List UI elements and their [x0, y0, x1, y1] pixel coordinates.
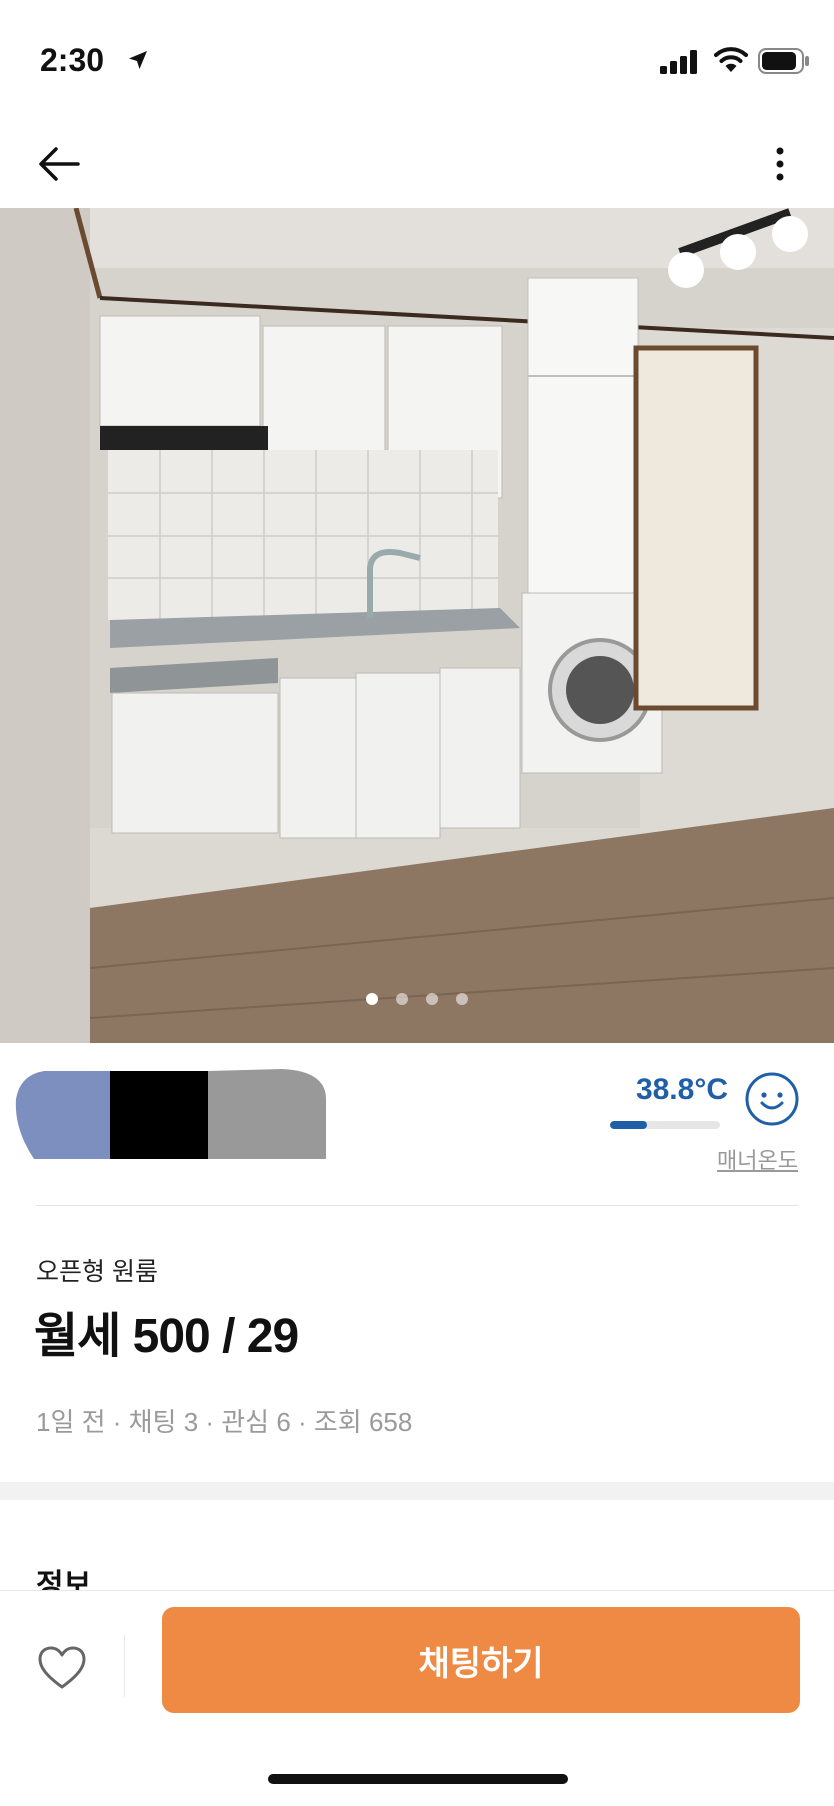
carousel-dot-3[interactable] [426, 993, 438, 1005]
vertical-ellipsis-icon [776, 147, 784, 181]
more-options-button[interactable] [760, 134, 800, 194]
arrow-left-icon [39, 147, 80, 181]
listing-photo[interactable] [0, 208, 834, 1043]
status-time: 2:30 [40, 42, 105, 78]
info-section-heading: 정보 [36, 1569, 92, 1590]
carousel-dot-4[interactable] [456, 993, 468, 1005]
home-indicator[interactable] [268, 1774, 568, 1784]
carousel-dot-1[interactable] [366, 993, 378, 1005]
listing-type: 오픈형 원룸 [36, 1258, 158, 1286]
listing-price: 월세 500 / 29 [34, 1310, 299, 1363]
cellular-signal-icon [660, 50, 700, 79]
smiley-face-icon [744, 1071, 800, 1132]
manner-temperature-bar-fill [610, 1121, 648, 1129]
battery-icon [758, 48, 810, 79]
heart-icon [38, 1646, 86, 1689]
seller-profile[interactable]: 38.8°C 매너온도 [0, 1043, 834, 1205]
like-button[interactable] [34, 1641, 90, 1697]
location-arrow-icon [126, 48, 150, 77]
bottom-bar-divider [124, 1635, 125, 1697]
status-bar: 2:30 [0, 0, 834, 120]
wifi-icon [714, 46, 748, 79]
seller-info-redacted [14, 1059, 330, 1164]
section-divider [36, 1205, 798, 1206]
listing-meta: 1일 전 · 채팅 3 · 관심 6 · 조회 658 [36, 1407, 413, 1437]
back-button[interactable] [30, 134, 90, 194]
carousel-dot-2[interactable] [396, 993, 408, 1005]
photo-carousel-dots [0, 993, 834, 1009]
section-gap [0, 1482, 834, 1500]
manner-temperature: 38.8°C [635, 1073, 728, 1106]
manner-temperature-bar [610, 1121, 720, 1129]
nav-bar [0, 120, 834, 208]
chat-button[interactable]: 채팅하기 [162, 1607, 800, 1713]
manner-temperature-label[interactable]: 매너온도 [717, 1143, 798, 1175]
kitchen-photo-image [0, 208, 834, 1043]
